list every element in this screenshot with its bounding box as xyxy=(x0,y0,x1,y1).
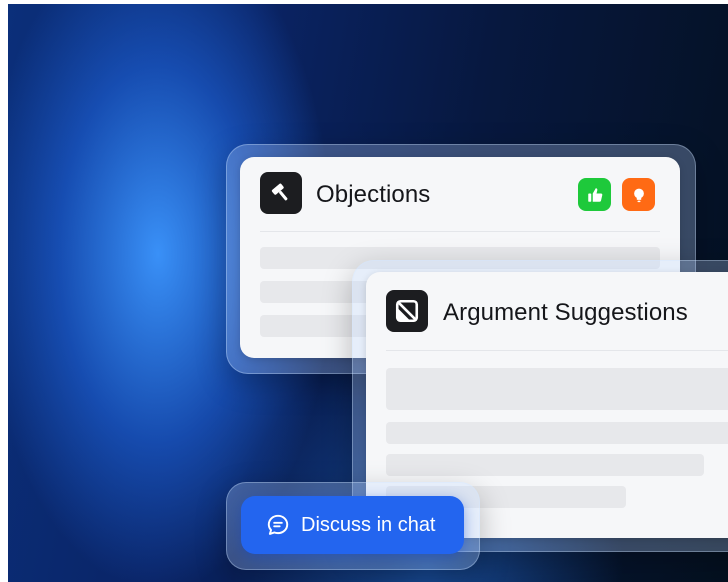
objections-divider xyxy=(260,231,660,232)
discuss-in-chat-button[interactable]: Discuss in chat xyxy=(241,496,464,554)
argument-suggestions-title: Argument Suggestions xyxy=(443,299,688,326)
gavel-icon xyxy=(260,172,302,214)
slash-square-icon xyxy=(386,290,428,332)
thumbs-up-icon[interactable] xyxy=(578,178,611,211)
hero-background: Objections Argument Suggestions Discuss … xyxy=(8,4,728,582)
placeholder-line xyxy=(386,368,728,410)
lightbulb-icon[interactable] xyxy=(622,178,655,211)
discuss-in-chat-label: Discuss in chat xyxy=(301,513,436,536)
objections-title: Objections xyxy=(316,181,431,208)
chat-bubble-icon xyxy=(265,512,291,538)
placeholder-line xyxy=(386,422,728,444)
placeholder-line xyxy=(386,454,704,476)
suggestions-divider xyxy=(386,350,728,351)
